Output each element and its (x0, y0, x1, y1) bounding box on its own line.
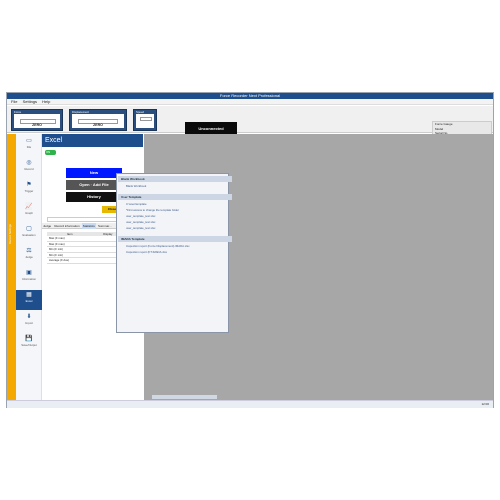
section-user-template: User Template (118, 194, 232, 200)
folder-icon: ▭ (26, 138, 32, 144)
open-add-file-button[interactable]: Open · Add File (66, 180, 122, 190)
record-icon: ◎ (26, 160, 32, 166)
dropdown-item[interactable]: Inspection report (Force Displacement).I… (126, 244, 190, 248)
save-icon: 💾 (25, 336, 33, 342)
template-dropdown: Blank Workbook Blank Workbook User Templ… (116, 173, 232, 333)
excel-icon: ▦ (26, 292, 32, 298)
speed-display (140, 117, 152, 121)
dropdown-item[interactable]: Blank Workbook (126, 184, 146, 188)
record-settings-label: Record Settings (8, 224, 12, 244)
excel-title: Excel (42, 134, 143, 147)
sidebar-item-import[interactable]: ⬇ Import (16, 312, 42, 332)
dropdown-item[interactable]: Inspection report (KT.IMADA.xlsx (126, 250, 167, 254)
tab-record-information[interactable]: Record information (53, 223, 80, 229)
excel-on-switch[interactable]: ON (45, 150, 56, 155)
dropdown-item[interactable]: C:\user\template (126, 202, 147, 206)
dropdown-item[interactable]: user_template_test.xlsx (126, 220, 155, 224)
sidebar-item-save-output[interactable]: 💾 Save/Output (16, 334, 42, 354)
statistics-table: Item Display Max (F max) Max (F max) Min… (47, 232, 117, 264)
clock-text: 12:00 (481, 402, 489, 406)
horizontal-scrollbar[interactable] (152, 395, 217, 399)
dropdown-item[interactable]: *First access to change the template fol… (126, 208, 179, 212)
image-icon: ▣ (26, 270, 32, 276)
dropdown-item[interactable]: user_template_test.xlsx (126, 226, 155, 230)
flag-icon: ⚑ (26, 182, 32, 188)
table-row[interactable]: Average (F Ave) (47, 258, 117, 264)
status-bar: 12:00 (7, 400, 493, 408)
tab-judge[interactable]: Judge (42, 223, 52, 229)
header-item: Item (67, 232, 73, 236)
sidebar-item-judge[interactable]: ⚖ Judge (16, 246, 42, 266)
record-settings-strip[interactable]: Record Settings (7, 134, 16, 400)
section-blank-workbook: Blank Workbook (118, 176, 232, 182)
sidebar-item-graph[interactable]: 📈 Graph (16, 202, 42, 222)
import-icon: ⬇ (26, 314, 32, 320)
sidebar: ▭ File ◎ Record ⚑ Trigger 📈 Graph ▢ Evaluatio… (16, 134, 42, 400)
displacement-zero-button[interactable]: ZERO (72, 123, 124, 127)
force-zero-button[interactable]: ZERO (14, 123, 60, 127)
tab-summary[interactable]: Summar... (97, 223, 113, 229)
menu-help[interactable]: Help (42, 99, 50, 105)
menu-file[interactable]: File (11, 99, 17, 105)
menu-settings[interactable]: Settings (23, 99, 37, 105)
section-imada-template: IMADA Template (118, 236, 232, 242)
graph-icon: 📈 (25, 204, 33, 210)
tab-statistics[interactable]: Statistics (81, 223, 96, 229)
sidebar-item-trigger[interactable]: ⚑ Trigger (16, 180, 42, 200)
dropdown-item[interactable]: user_template_test.xlsx (126, 214, 155, 218)
displacement-panel: Displacement ZERO (69, 109, 127, 131)
history-button[interactable]: History (66, 192, 122, 202)
header-display: Display (103, 232, 113, 236)
top-toolbar: Force ZERO Displacement ZERO Speed Uncon… (7, 106, 493, 145)
menu-bar: File Settings Help (7, 99, 493, 105)
app-window: Force Recorder Next Professional File Se… (6, 92, 494, 408)
sidebar-item-information[interactable]: ▣ Information (16, 268, 42, 288)
speed-panel: Speed (133, 109, 157, 131)
sidebar-item-record[interactable]: ◎ Record (16, 158, 42, 178)
sidebar-item-file[interactable]: ▭ File (16, 136, 42, 156)
force-panel: Force ZERO (11, 109, 63, 131)
sidebar-item-excel[interactable]: ▦ Excel (16, 290, 42, 310)
new-button[interactable]: New (66, 168, 122, 178)
evaluation-icon: ▢ (26, 226, 32, 232)
sidebar-item-evaluation[interactable]: ▢ Evaluation (16, 224, 42, 244)
judge-icon: ⚖ (26, 248, 32, 254)
